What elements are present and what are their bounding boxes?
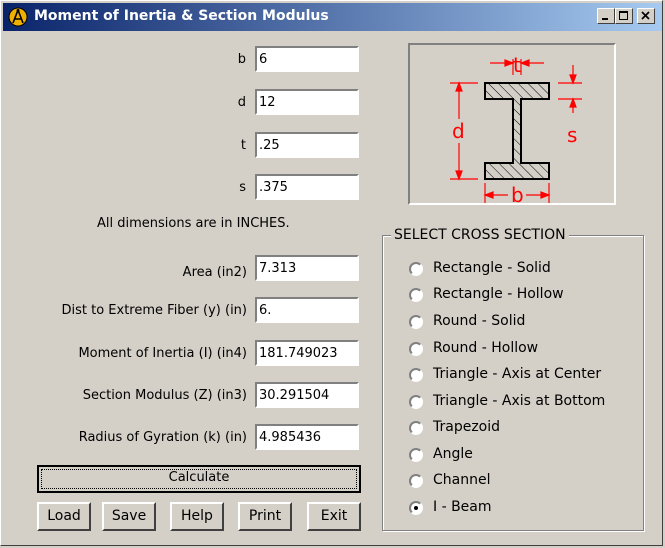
d-label: d [237,95,246,110]
cross-section-group [382,235,644,531]
section-modulus-label: Section Modulus (Z) (in3) [82,388,247,403]
t-input[interactable] [255,132,359,158]
load-button[interactable]: Load [37,502,91,531]
radio-button-selected[interactable] [409,501,423,515]
cross-section-diagram: t s d b [408,43,616,207]
i-beam-drawing: t s d b [450,53,582,207]
minimize-icon [602,18,608,20]
t-label: t [240,138,246,153]
close-button[interactable] [637,8,655,24]
print-button[interactable]: Print [238,502,292,531]
d-input[interactable] [255,89,359,115]
option-label: Round - Solid [433,313,526,329]
app-window: Moment of Inertia & Section Modulus b d … [0,0,663,546]
title-bar[interactable]: Moment of Inertia & Section Modulus [3,3,662,31]
b-dimension-label: b [511,183,524,203]
radio-button[interactable] [409,421,423,435]
exit-button[interactable]: Exit [307,502,361,531]
maximize-button[interactable] [615,8,633,24]
s-label: s [239,180,246,195]
option-label: Rectangle - Solid [433,260,551,276]
b-input[interactable] [255,46,359,72]
focus-rect [41,469,357,489]
extreme-fiber-output[interactable] [255,297,359,323]
window-title: Moment of Inertia & Section Modulus [34,8,329,24]
section-modulus-output[interactable] [255,382,359,408]
option-label: Triangle - Axis at Center [433,366,602,382]
option-label: Rectangle - Hollow [433,286,564,302]
close-icon [641,11,650,20]
app-icon[interactable] [8,7,28,27]
radio-button[interactable] [409,288,423,302]
t-dimension-label: t [513,53,521,77]
radio-button[interactable] [409,474,423,488]
b-label: b [237,52,246,67]
radius-of-gyration-label: Radius of Gyration (k) (in) [78,430,247,445]
option-label: Angle [433,446,473,462]
maximize-icon [619,11,628,20]
radio-button[interactable] [409,262,423,276]
area-output[interactable] [255,255,359,281]
calculate-button[interactable]: Calculate [37,465,361,493]
help-button[interactable]: Help [170,502,224,531]
extreme-fiber-label: Dist to Extreme Fiber (y) (in) [61,303,248,318]
option-label: Triangle - Axis at Bottom [433,393,606,409]
units-note: All dimensions are in INCHES. [97,216,290,231]
s-dimension-label: s [567,123,577,147]
selected-dot [414,506,418,510]
d-dimension-label: d [452,119,465,143]
minimize-button[interactable] [597,8,615,24]
radio-button[interactable] [409,395,423,409]
radio-button[interactable] [409,315,423,329]
moment-of-inertia-output[interactable] [255,340,359,366]
i-beam-shape [484,82,550,180]
option-label: Channel [433,472,491,488]
radio-button[interactable] [409,448,423,462]
radius-of-gyration-output[interactable] [255,424,359,450]
option-label: Trapezoid [433,419,501,435]
moment-of-inertia-label: Moment of Inertia (I) (in4) [78,346,247,361]
s-input[interactable] [255,174,359,200]
save-button[interactable]: Save [102,502,156,531]
area-label: Area (in2) [182,265,247,280]
option-label: Round - Hollow [433,340,539,356]
option-label: I - Beam [433,499,492,515]
cross-section-group-title: SELECT CROSS SECTION [391,227,569,243]
radio-button[interactable] [409,342,423,356]
radio-button[interactable] [409,368,423,382]
